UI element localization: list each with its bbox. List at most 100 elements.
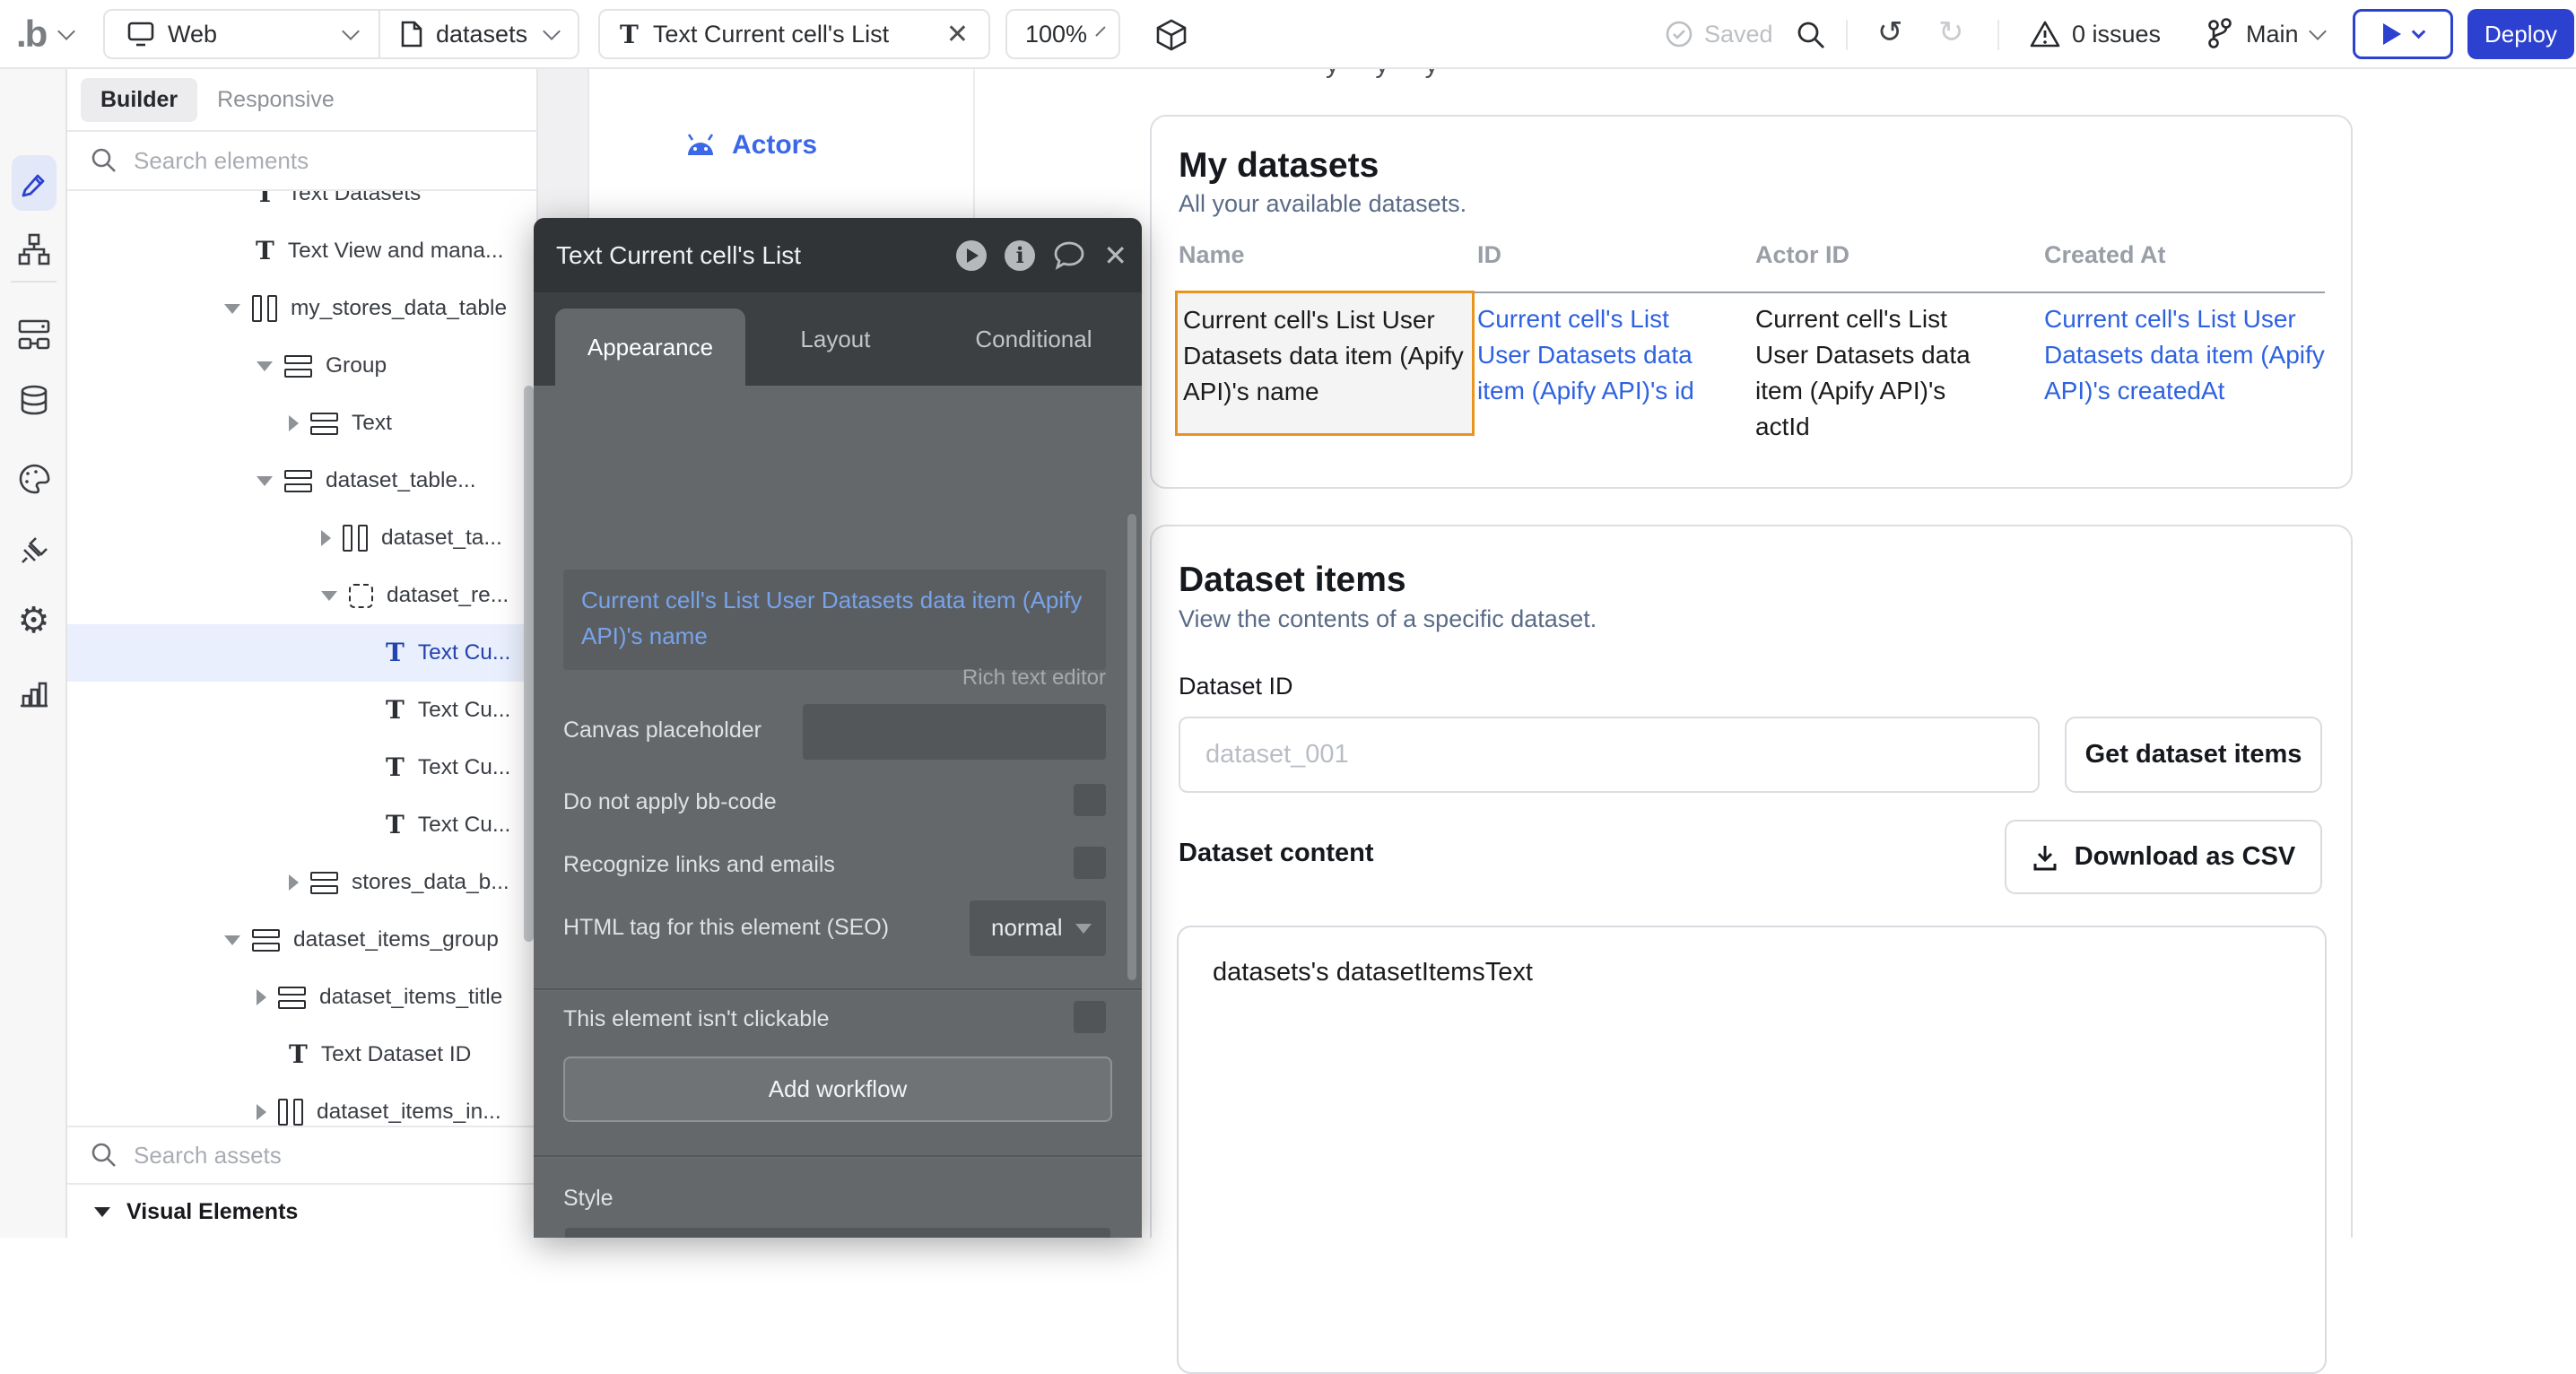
tree-row-4[interactable]: Text [67, 395, 536, 452]
selected-name-cell[interactable]: Current cell's List User Datasets data i… [1175, 291, 1475, 436]
not-clickable-label: This element isn't clickable [563, 1006, 830, 1032]
page-chevron-down-icon [543, 22, 561, 40]
components-tool-button[interactable] [0, 317, 67, 352]
close-panel-icon[interactable]: ✕ [1103, 241, 1127, 270]
tree-row-13[interactable]: dataset_items_group [67, 911, 536, 969]
warning-triangle-icon [2029, 19, 2061, 49]
inspector-tabs: Appearance Layout Conditional [534, 292, 1142, 386]
logo-chevron-down-icon[interactable] [57, 22, 75, 40]
branch-selector[interactable]: Main [2206, 9, 2324, 59]
tree-row-11[interactable]: TText Cu... [67, 796, 536, 854]
table-cell-1[interactable]: Current cell's List User Datasets data i… [1477, 301, 1718, 409]
search-elements-input[interactable] [134, 147, 430, 175]
element-tab[interactable]: T Text Current cell's List ✕ [598, 9, 990, 59]
mode-label: Web [168, 21, 217, 48]
inspector-scrollbar[interactable] [1127, 514, 1136, 980]
tab-builder[interactable]: Builder [81, 78, 197, 122]
caret-right-icon[interactable] [321, 530, 331, 546]
caret-right-icon[interactable] [289, 415, 299, 431]
style-dropdown[interactable]: Body 14 (Overridden) [565, 1228, 1110, 1238]
database-tool-button[interactable] [0, 383, 67, 419]
tree-item-label: dataset_table... [326, 468, 476, 493]
preview-button[interactable] [2353, 9, 2453, 59]
pages-tool-button[interactable] [0, 232, 67, 266]
dataset-id-input[interactable] [1179, 717, 2040, 793]
page-label: datasets [436, 21, 527, 48]
tree-row-2[interactable]: my_stores_data_table [67, 280, 536, 337]
issues-count: 0 issues [2072, 21, 2161, 48]
column-group-icon [278, 1099, 303, 1126]
rich-text-editor-link[interactable]: Rich text editor [962, 665, 1106, 691]
caret-right-icon[interactable] [257, 989, 266, 1005]
close-tab-icon[interactable]: ✕ [946, 19, 969, 50]
get-dataset-items-button[interactable]: Get dataset items [2065, 717, 2322, 793]
logs-tool-button[interactable] [0, 676, 67, 712]
info-icon[interactable]: i [1005, 240, 1035, 271]
package-cube-icon[interactable] [1155, 18, 1188, 52]
tree-row-7[interactable]: dataset_re... [67, 567, 536, 624]
tree-row-16[interactable]: dataset_items_in... [67, 1083, 536, 1126]
settings-tool-button[interactable]: ⚙ [0, 603, 67, 639]
deploy-button[interactable]: Deploy [2467, 9, 2574, 59]
styles-tool-button[interactable] [0, 462, 67, 498]
caret-down-icon[interactable] [321, 591, 337, 601]
download-csv-button[interactable]: Download as CSV [2005, 820, 2322, 894]
text-element-icon: T [386, 813, 405, 838]
tab-conditional[interactable]: Conditional [926, 292, 1142, 386]
add-workflow-button[interactable]: Add workflow [563, 1057, 1112, 1122]
recognize-links-label: Recognize links and emails [563, 852, 835, 878]
issues-indicator[interactable]: 0 issues [2029, 9, 2161, 59]
mode-dropdown[interactable]: Web [105, 21, 379, 48]
tree-row-14[interactable]: dataset_items_title [67, 969, 536, 1026]
tree-scrollbar[interactable] [524, 386, 534, 942]
design-tool-button[interactable] [0, 166, 67, 200]
tree-row-0[interactable]: TText Datasets [67, 191, 536, 222]
clipped-text-fragment: y y y [1326, 69, 1559, 87]
tree-row-10[interactable]: TText Cu... [67, 739, 536, 796]
html-tag-dropdown[interactable]: normal [970, 900, 1106, 956]
caret-down-icon[interactable] [224, 935, 240, 945]
comment-bubble-icon[interactable] [1053, 240, 1085, 271]
tree-row-5[interactable]: dataset_table... [67, 452, 536, 509]
caret-down-icon[interactable] [224, 304, 240, 314]
inspector-header[interactable]: Text Current cell's List i ✕ [534, 218, 1142, 292]
search-icon [91, 147, 117, 174]
table-cell-2[interactable]: Current cell's List User Datasets data i… [1755, 301, 2005, 445]
caret-down-icon[interactable] [257, 476, 273, 486]
tree-row-12[interactable]: stores_data_b... [67, 854, 536, 911]
visual-elements-section[interactable]: Visual Elements [67, 1187, 536, 1238]
element-tab-label: Text Current cell's List [653, 21, 889, 48]
dataset-content-box[interactable]: datasets's datasetItemsText [1177, 926, 2327, 1374]
canvas-placeholder-input[interactable] [803, 704, 1106, 760]
run-workflow-icon[interactable] [956, 240, 987, 271]
tree-row-3[interactable]: Group [67, 337, 536, 395]
tab-layout[interactable]: Layout [745, 292, 926, 386]
table-cell-3[interactable]: Current cell's List User Datasets data i… [2044, 301, 2340, 409]
play-icon [2383, 23, 2401, 45]
caret-right-icon[interactable] [257, 1104, 266, 1120]
tree-row-1[interactable]: TText View and mana... [67, 222, 536, 280]
sidebar-item-actors[interactable]: Actors [683, 130, 817, 161]
tree-row-9[interactable]: TText Cu... [67, 682, 536, 739]
search-icon[interactable] [1796, 20, 1826, 50]
tab-appearance[interactable]: Appearance [555, 309, 745, 386]
content-expression-box[interactable]: Current cell's List User Datasets data i… [563, 570, 1106, 670]
bb-code-checkbox[interactable] [1074, 784, 1106, 816]
undo-icon[interactable]: ↺ [1877, 14, 1903, 50]
caret-right-icon[interactable] [289, 874, 299, 891]
html-tag-value: normal [991, 914, 1062, 942]
zoom-dropdown[interactable]: 100% [1005, 9, 1120, 59]
sitemap-icon [17, 232, 51, 266]
recognize-links-checkbox[interactable] [1074, 847, 1106, 879]
tab-responsive[interactable]: Responsive [217, 87, 335, 113]
tree-row-8[interactable]: TText Cu... [67, 624, 536, 682]
search-assets-input[interactable] [134, 1142, 430, 1170]
plugins-tool-button[interactable] [0, 533, 67, 569]
not-clickable-checkbox[interactable] [1074, 1001, 1106, 1033]
caret-down-icon[interactable] [257, 361, 273, 371]
redo-icon[interactable]: ↻ [1938, 14, 1964, 50]
inspector-body: Current cell's List User Datasets data i… [534, 386, 1142, 1238]
tree-row-6[interactable]: dataset_ta... [67, 509, 536, 567]
page-dropdown[interactable]: datasets [380, 20, 578, 48]
tree-row-15[interactable]: TText Dataset ID [67, 1026, 536, 1083]
